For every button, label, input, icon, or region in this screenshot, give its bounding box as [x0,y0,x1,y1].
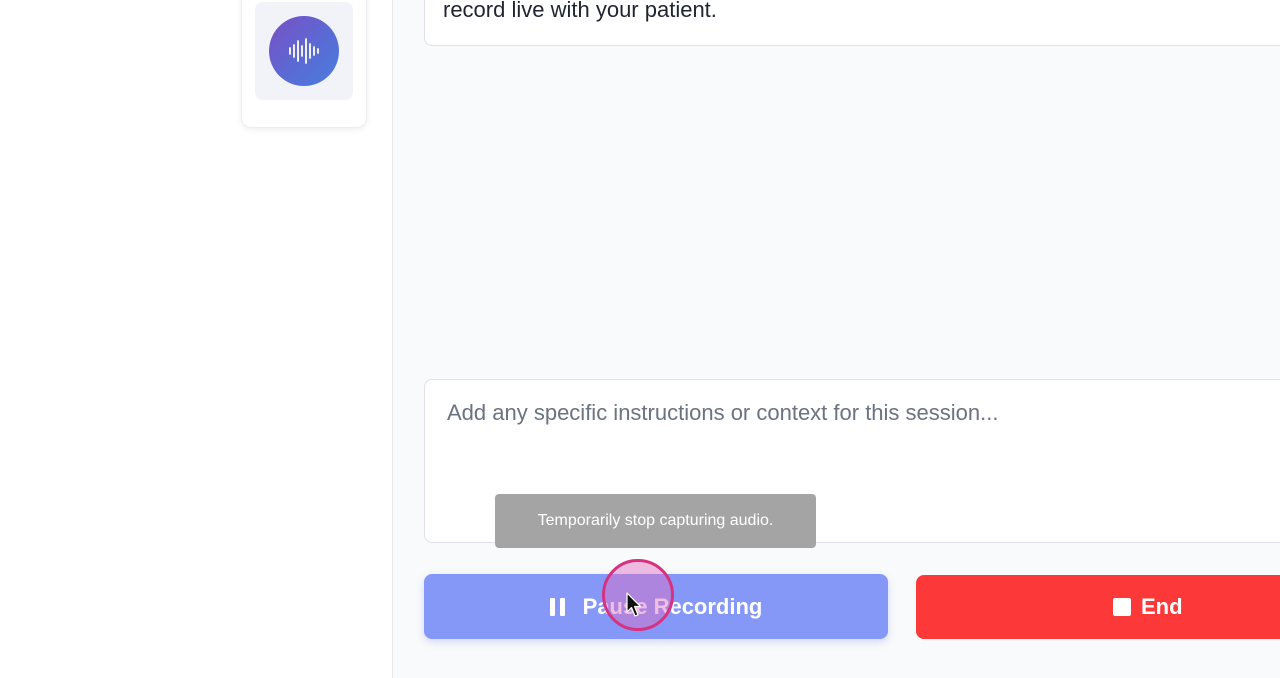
pause-recording-label: Pause Recording [582,593,763,619]
end-session-button[interactable]: End [916,575,1280,639]
end-label: End [1141,594,1183,619]
pause-recording-button[interactable]: Pause Recording [424,574,888,639]
instruction-text: record live with your patient. [443,0,717,22]
waveform-icon [269,16,339,86]
recorder-avatar-card [241,0,367,128]
instruction-card: record live with your patient. [424,0,1280,46]
pause-icon [549,597,565,616]
avatar-tile [255,2,353,100]
stop-icon [1113,598,1131,616]
main-panel: record live with your patient. Temporari… [393,0,1280,678]
recording-screen: record live with your patient. Temporari… [0,0,1280,678]
pause-tooltip: Temporarily stop capturing audio. [495,494,816,548]
